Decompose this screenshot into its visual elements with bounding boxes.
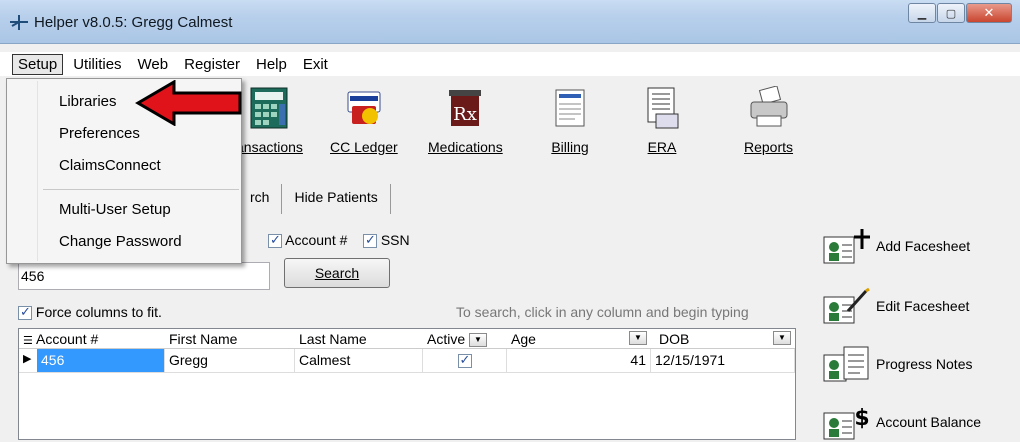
- transactions-icon: [250, 87, 288, 129]
- printer-icon: [750, 85, 788, 127]
- close-button[interactable]: ✕: [966, 3, 1012, 23]
- menu-bar: Setup Utilities Web Register Help Exit: [0, 52, 1020, 76]
- menu-register[interactable]: Register: [178, 54, 246, 75]
- add-facesheet-label: Add Facesheet: [876, 238, 971, 254]
- column-account[interactable]: ☰ Account #: [19, 329, 165, 349]
- toolbar-transactions-label: ansactions: [236, 139, 303, 155]
- progress-notes-label: Progress Notes: [876, 356, 973, 372]
- search-button-label: Search: [314, 265, 360, 281]
- edit-facesheet-button[interactable]: Edit Facesheet: [822, 286, 1020, 326]
- credit-card-icon: [347, 91, 381, 124]
- menu-item-libraries[interactable]: Libraries: [59, 93, 117, 110]
- active-checkbox[interactable]: [457, 352, 472, 369]
- search-button[interactable]: Search: [284, 258, 390, 288]
- cell-last-name[interactable]: Calmest: [295, 349, 423, 372]
- column-age[interactable]: Age ▼: [507, 329, 651, 349]
- column-dob[interactable]: DOB ▼: [655, 329, 795, 349]
- minimize-button[interactable]: ▁: [908, 3, 936, 23]
- toolbar-reports[interactable]: Reports: [744, 85, 794, 155]
- toolbar-era[interactable]: ERA: [642, 86, 682, 155]
- ssn-checkbox-label: SSN: [380, 232, 410, 248]
- maximize-button[interactable]: ▢: [937, 3, 965, 23]
- rx-icon: Rx: [449, 90, 482, 126]
- menu-item-claimsconnect[interactable]: ClaimsConnect: [59, 157, 161, 174]
- force-columns-option: Force columns to fit.: [18, 304, 162, 321]
- column-last-name[interactable]: Last Name: [295, 329, 423, 349]
- tab-search[interactable]: rch: [238, 184, 283, 214]
- billing-icon: [555, 89, 585, 127]
- toolbar-medications[interactable]: Rx Medications: [428, 86, 503, 155]
- patient-grid: ☰ Account # First Name Last Name Active …: [18, 328, 796, 440]
- account-balance-label: Account Balance: [876, 414, 982, 430]
- add-facesheet-icon: [823, 229, 870, 264]
- cell-dob[interactable]: 12/15/1971: [651, 349, 795, 372]
- ssn-checkbox[interactable]: [362, 232, 377, 249]
- window-controls: ▁ ▢ ✕: [907, 3, 1012, 23]
- cell-active[interactable]: [423, 349, 507, 372]
- dob-filter-dropdown[interactable]: ▼: [773, 331, 791, 345]
- menu-exit[interactable]: Exit: [297, 54, 334, 75]
- menu-setup[interactable]: Setup: [12, 53, 64, 75]
- svg-text:Rx: Rx: [453, 104, 477, 125]
- menu-gutter: [37, 81, 38, 261]
- column-active[interactable]: Active ▼: [423, 329, 507, 349]
- cell-first-name[interactable]: Gregg: [165, 349, 295, 372]
- column-chooser-icon[interactable]: ☰: [23, 335, 33, 347]
- row-indicator-icon: ▶: [23, 353, 32, 365]
- add-facesheet-button[interactable]: Add Facesheet: [822, 226, 1020, 266]
- progress-notes-icon: [823, 346, 869, 382]
- toolbar-reports-label: Reports: [744, 139, 794, 155]
- toolbar-cc-ledger-label: CC Ledger: [330, 139, 398, 155]
- search-hint: To search, click in any column and begin…: [456, 304, 749, 320]
- toolbar-cc-ledger[interactable]: CC Ledger: [330, 86, 398, 155]
- window-title: Helper v8.0.5: Gregg Calmest: [34, 14, 233, 31]
- cell-account[interactable]: 456: [37, 349, 165, 372]
- pointer-arrow-icon: [135, 80, 242, 126]
- tab-hide-patients[interactable]: Hide Patients: [282, 184, 391, 214]
- account-balance-icon: $: [823, 406, 870, 440]
- menu-item-preferences[interactable]: Preferences: [59, 125, 140, 142]
- toolbar-era-label: ERA: [647, 139, 677, 155]
- toolbar-billing-label: Billing: [551, 139, 589, 155]
- toolbar-medications-label: Medications: [428, 139, 503, 155]
- force-columns-label: Force columns to fit.: [35, 304, 162, 320]
- progress-notes-button[interactable]: Progress Notes: [822, 344, 1020, 384]
- search-options: Account # SSN: [268, 232, 410, 249]
- account-checkbox[interactable]: [268, 232, 282, 249]
- menu-item-multi-user-setup[interactable]: Multi-User Setup: [59, 201, 171, 218]
- table-row[interactable]: ▶ 456 Gregg Calmest 41 12/15/1971: [19, 349, 795, 373]
- menu-utilities[interactable]: Utilities: [67, 54, 127, 75]
- column-first-name[interactable]: First Name: [165, 329, 295, 349]
- force-columns-checkbox[interactable]: [18, 304, 32, 321]
- account-balance-button[interactable]: $ Account Balance: [822, 402, 1020, 442]
- tab-strip: rch Hide Patients: [238, 184, 391, 214]
- menu-separator: [43, 189, 239, 190]
- title-bar: Helper v8.0.5: Gregg Calmest ▁ ▢ ✕: [0, 0, 1020, 44]
- menu-item-change-password[interactable]: Change Password: [59, 233, 182, 250]
- account-checkbox-label: Account #: [285, 232, 348, 248]
- era-icon: [647, 87, 679, 129]
- edit-facesheet-icon: [823, 287, 870, 324]
- cell-age[interactable]: 41: [507, 349, 651, 372]
- app-icon: [10, 15, 28, 30]
- toolbar-billing[interactable]: Billing: [550, 86, 590, 155]
- age-filter-dropdown[interactable]: ▼: [629, 331, 647, 345]
- grid-header: ☰ Account # First Name Last Name Active …: [19, 329, 795, 349]
- edit-facesheet-label: Edit Facesheet: [876, 298, 970, 314]
- menu-web[interactable]: Web: [132, 54, 175, 75]
- search-input[interactable]: 456: [18, 262, 270, 290]
- toolbar-transactions[interactable]: ansactions: [236, 86, 303, 155]
- active-filter-dropdown[interactable]: ▼: [469, 333, 488, 348]
- svg-text:$: $: [854, 406, 869, 431]
- menu-help[interactable]: Help: [250, 54, 293, 75]
